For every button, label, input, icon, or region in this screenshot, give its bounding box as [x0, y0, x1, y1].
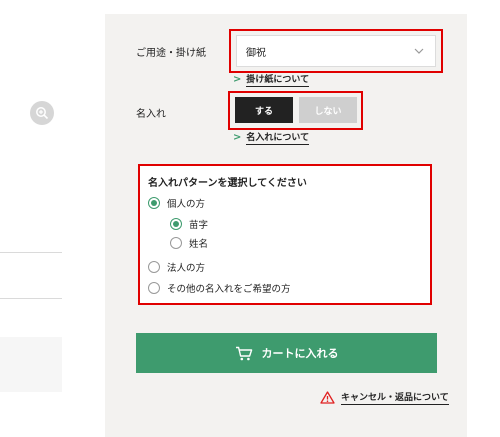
cart-icon: [235, 346, 252, 360]
radio-other[interactable]: その他の名入れをご希望の方: [148, 281, 291, 295]
divider: [0, 298, 62, 299]
zoom-in-icon: [36, 107, 49, 120]
engraving-no-button[interactable]: しない: [299, 97, 357, 123]
add-to-cart-label: カートに入れる: [261, 347, 339, 360]
product-image-column: [0, 0, 105, 437]
radio-button[interactable]: [148, 282, 160, 294]
cancel-policy-link[interactable]: キャンセル・返品について: [320, 390, 449, 405]
radio-fullname[interactable]: 姓名: [170, 236, 208, 250]
cancel-policy-text: キャンセル・返品について: [341, 390, 449, 405]
kakegami-link[interactable]: > 掛け紙について: [233, 72, 310, 87]
usage-select-value: 御祝: [246, 47, 266, 59]
engraving-label: 名入れ: [136, 109, 166, 120]
chevron-down-icon: [414, 48, 424, 54]
radio-label: 姓名: [189, 239, 209, 250]
radio-button[interactable]: [170, 218, 182, 230]
radio-button[interactable]: [148, 197, 160, 209]
engraving-info-link-text: 名入れについて: [246, 130, 310, 145]
radio-label: 苗字: [189, 220, 209, 231]
radio-label: 個人の方: [167, 199, 206, 210]
zoom-in-button[interactable]: [30, 101, 54, 125]
chevron-right-icon: >: [233, 132, 242, 143]
usage-label: ご用途・掛け紙: [136, 48, 206, 59]
radio-label: 法人の方: [167, 263, 206, 274]
radio-corporate[interactable]: 法人の方: [148, 260, 205, 274]
engraving-yes-button[interactable]: する: [235, 97, 293, 123]
divider: [0, 252, 62, 253]
chevron-right-icon: >: [233, 74, 242, 85]
add-to-cart-button[interactable]: カートに入れる: [136, 333, 437, 373]
pattern-title: 名入れパターンを選択してください: [148, 178, 307, 189]
kakegami-link-text: 掛け紙について: [246, 72, 310, 87]
radio-button[interactable]: [148, 261, 160, 273]
thumbnail-area: [0, 337, 62, 392]
radio-individual[interactable]: 個人の方: [148, 196, 205, 210]
warning-icon: [320, 391, 335, 404]
engraving-info-link[interactable]: > 名入れについて: [233, 130, 310, 145]
radio-button[interactable]: [170, 237, 182, 249]
pattern-card: 名入れパターンを選択してください 個人の方 苗字 姓名 法人の方 その他の名入れ…: [138, 166, 431, 304]
radio-label: その他の名入れをご希望の方: [167, 284, 291, 295]
radio-surname[interactable]: 苗字: [170, 217, 208, 231]
usage-select[interactable]: 御祝: [236, 35, 436, 67]
